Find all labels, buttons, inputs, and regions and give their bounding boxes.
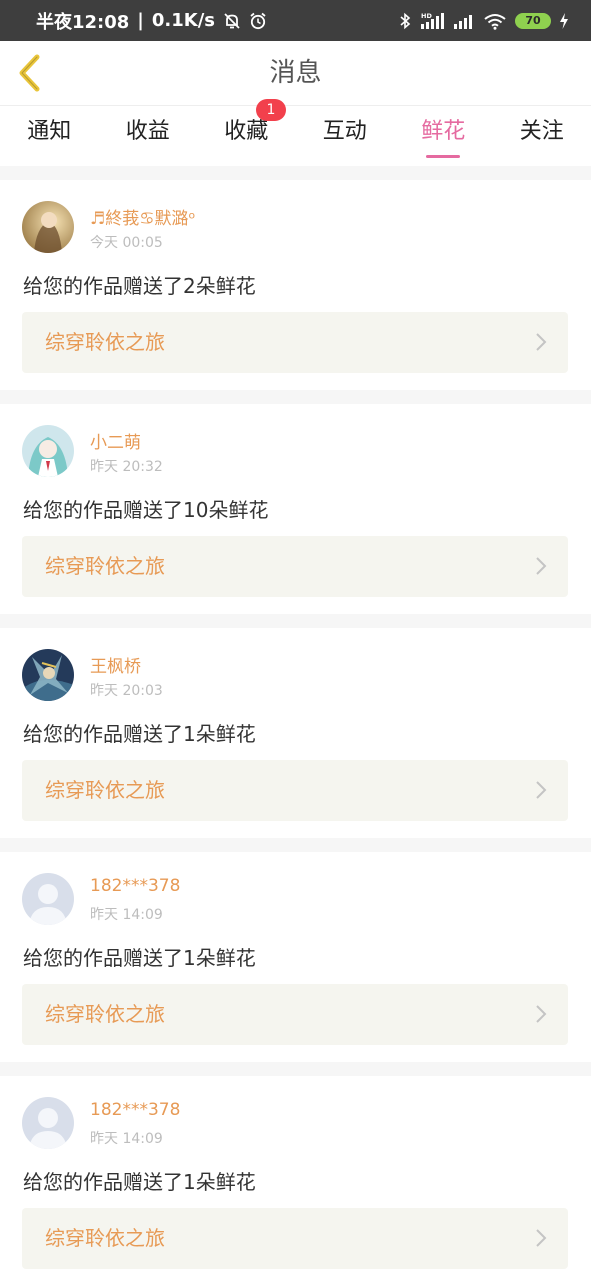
status-time: 半夜12:08	[36, 8, 129, 34]
divider	[0, 166, 591, 180]
tab-follows[interactable]: 关注	[493, 106, 591, 166]
work-link[interactable]: 综穿聆依之旅	[22, 760, 568, 821]
work-title: 综穿聆依之旅	[45, 312, 165, 373]
message-text: 给您的作品赠送了1朵鲜花	[23, 718, 256, 747]
back-button[interactable]	[12, 53, 48, 93]
status-right: HD 70	[399, 0, 569, 41]
status-separator: |	[137, 10, 144, 31]
work-link[interactable]: 综穿聆依之旅	[22, 536, 568, 597]
username[interactable]: 王枫桥	[90, 652, 141, 677]
message-text: 给您的作品赠送了1朵鲜花	[23, 1166, 256, 1195]
status-bar: 半夜12:08 | 0.1K/s HD	[0, 0, 591, 41]
signal-icon: HD	[419, 12, 445, 30]
bell-off-icon	[223, 12, 241, 30]
list-item: 小二萌 昨天 20:32 给您的作品赠送了10朵鲜花 综穿聆依之旅	[0, 404, 591, 614]
default-avatar-icon[interactable]	[22, 1097, 74, 1149]
alarm-icon	[249, 12, 267, 30]
charging-icon	[559, 12, 569, 30]
username[interactable]: 182***378	[90, 1100, 180, 1120]
timestamp: 昨天 14:09	[90, 1128, 163, 1148]
list-item: 王枫桥 昨天 20:03 给您的作品赠送了1朵鲜花 综穿聆依之旅	[0, 628, 591, 838]
tab-favorites[interactable]: 收藏 1	[197, 106, 296, 166]
work-link[interactable]: 综穿聆依之旅	[22, 984, 568, 1045]
work-title: 综穿聆依之旅	[45, 536, 165, 597]
tab-label: 收藏	[224, 119, 268, 144]
tab-earnings[interactable]: 收益	[99, 106, 198, 166]
username[interactable]: 182***378	[90, 876, 180, 896]
battery-icon: 70	[515, 13, 551, 29]
timestamp: 昨天 20:32	[90, 456, 163, 476]
network-speed: 0.1K/s	[152, 10, 215, 31]
tab-notifications[interactable]: 通知	[0, 106, 99, 166]
message-text: 给您的作品赠送了2朵鲜花	[23, 270, 256, 299]
page-title: 消息	[0, 41, 591, 105]
chevron-left-icon	[16, 54, 44, 92]
message-text: 给您的作品赠送了1朵鲜花	[23, 942, 256, 971]
tab-label: 鲜花	[421, 119, 465, 144]
status-left: 半夜12:08 | 0.1K/s	[36, 0, 267, 41]
timestamp: 昨天 14:09	[90, 904, 163, 924]
divider	[0, 1062, 591, 1076]
work-link[interactable]: 综穿聆依之旅	[22, 312, 568, 373]
username[interactable]: ♬終莪♋默潞ᵒ	[90, 204, 196, 229]
chevron-right-icon	[534, 779, 548, 801]
avatar-icon[interactable]	[22, 425, 74, 477]
list-item: 182***378 昨天 14:09 给您的作品赠送了1朵鲜花 综穿聆依之旅	[0, 1076, 591, 1286]
work-link[interactable]: 综穿聆依之旅	[22, 1208, 568, 1269]
divider	[0, 614, 591, 628]
tab-label: 关注	[520, 119, 564, 144]
work-title: 综穿聆依之旅	[45, 984, 165, 1045]
tab-label: 收益	[126, 119, 170, 144]
list-item: 182***378 昨天 14:09 给您的作品赠送了1朵鲜花 综穿聆依之旅	[0, 852, 591, 1062]
tab-interactions[interactable]: 互动	[296, 106, 395, 166]
wifi-icon	[483, 12, 507, 30]
divider	[0, 390, 591, 404]
tab-label: 通知	[27, 119, 71, 144]
tab-flowers[interactable]: 鲜花	[394, 106, 493, 166]
username[interactable]: 小二萌	[90, 428, 141, 453]
avatar-icon[interactable]	[22, 649, 74, 701]
avatar-icon[interactable]	[22, 201, 74, 253]
message-text: 给您的作品赠送了10朵鲜花	[23, 494, 268, 523]
work-title: 综穿聆依之旅	[45, 760, 165, 821]
divider	[0, 838, 591, 852]
bluetooth-icon	[399, 12, 411, 30]
default-avatar-icon[interactable]	[22, 873, 74, 925]
signal-icon	[453, 12, 475, 30]
active-tab-indicator	[426, 155, 460, 158]
battery-level: 70	[525, 14, 540, 27]
unread-badge: 1	[256, 99, 286, 121]
timestamp: 昨天 20:03	[90, 680, 163, 700]
chevron-right-icon	[534, 1003, 548, 1025]
hd-label: HD	[421, 12, 432, 20]
chevron-right-icon	[534, 555, 548, 577]
nav-bar: 消息	[0, 41, 591, 106]
list-item: ♬終莪♋默潞ᵒ 今天 00:05 给您的作品赠送了2朵鲜花 综穿聆依之旅	[0, 180, 591, 390]
message-list: ♬終莪♋默潞ᵒ 今天 00:05 给您的作品赠送了2朵鲜花 综穿聆依之旅 小二萌…	[0, 166, 591, 1286]
chevron-right-icon	[534, 331, 548, 353]
tab-label: 互动	[323, 119, 367, 144]
chevron-right-icon	[534, 1227, 548, 1249]
tab-bar: 通知 收益 收藏 1 互动 鲜花 关注	[0, 106, 591, 166]
work-title: 综穿聆依之旅	[45, 1208, 165, 1269]
timestamp: 今天 00:05	[90, 232, 163, 252]
